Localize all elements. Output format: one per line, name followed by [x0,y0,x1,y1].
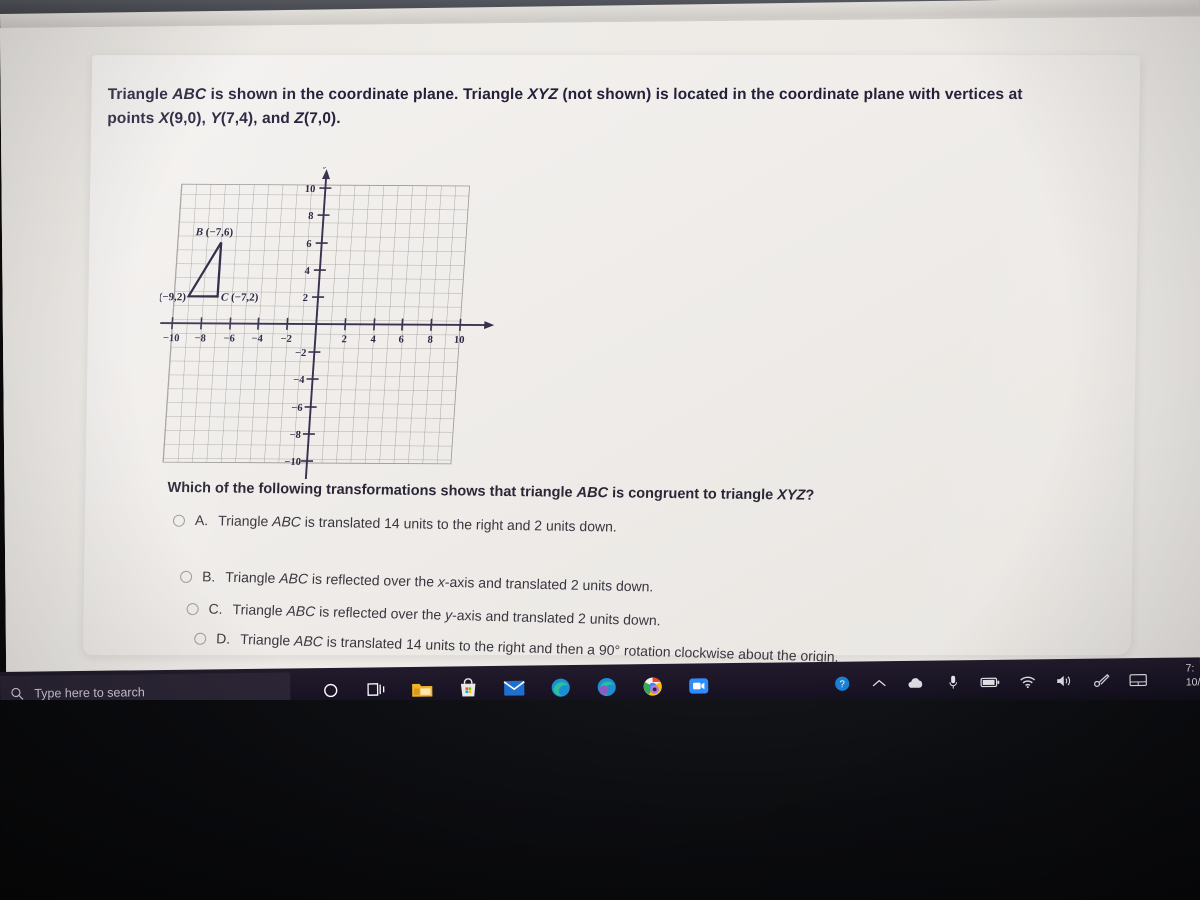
radio-button-c[interactable] [186,602,199,616]
answer-option-c[interactable]: C. Triangle ABC is reflected over the y-… [186,600,661,628]
x-tick-label: 6 [398,335,404,346]
answer-option-b[interactable]: B. Triangle ABC is reflected over the x-… [179,568,654,595]
option-text-b: Triangle ABC is reflected over the x-axi… [225,568,654,595]
y-tick-label: 8 [308,211,314,222]
y-tick-label: 6 [306,239,312,250]
battery-icon[interactable] [980,672,1000,692]
question-stem: Triangle ABC is shown in the coordinate … [107,83,1200,131]
x-tick-label: −6 [223,333,235,344]
option-text-c: Triangle ABC is reflected over the y-axi… [232,601,661,629]
answer-option-a[interactable]: A. Triangle ABC is translated 14 units t… [172,511,618,535]
zoom-icon[interactable] [686,673,710,697]
task-view-icon[interactable] [364,677,388,701]
chrome-icon[interactable] [640,674,664,698]
x-tick-label: 2 [341,334,347,345]
system-tray: ? [832,658,1149,706]
edge-beta-icon[interactable] [594,674,618,698]
y-tick-label: −4 [293,375,306,386]
x-tick-label: 10 [454,335,465,346]
question-card: Triangle ABC is shown in the coordinate … [82,55,1141,665]
x-tick-label: −2 [280,334,292,345]
microsoft-store-icon[interactable] [456,676,480,700]
question-prompt: Which of the following transformations s… [167,479,815,504]
wifi-icon[interactable] [1017,671,1037,691]
laptop-screen: Triangle ABC is shown in the coordinate … [0,16,1200,676]
option-letter-d: D. [215,630,231,647]
svg-text:?: ? [839,679,845,690]
file-explorer-icon[interactable] [410,677,434,701]
x-tick-label: −8 [194,333,206,344]
edge-icon[interactable] [548,675,572,699]
y-tick-label: 10 [304,184,315,195]
y-tick-label: 2 [302,293,308,304]
mail-icon[interactable] [502,676,526,700]
x-tick-label: 8 [427,335,433,346]
radio-button-b[interactable] [179,570,193,584]
question-stem-line-1: Triangle ABC is shown in the coordinate … [107,86,1023,104]
vertex-label-a: A (−9,2) [147,291,187,303]
cortana-icon[interactable] [318,678,342,702]
x-tick-label: −4 [251,334,264,345]
y-axis-label: y [322,166,330,169]
y-tick-label: −2 [295,348,307,359]
laptop-deck: ☐ 🔇 🔉 🔊 ⏮ ⏯ ⏭ ☼ ^ & * ( ) _ + [0,700,1200,900]
option-text-a: Triangle ABC is translated 14 units to t… [217,512,618,535]
y-tick-label: −10 [284,457,301,468]
option-letter-a: A. [194,511,209,529]
microphone-icon[interactable] [943,672,963,692]
volume-icon[interactable] [1054,671,1074,691]
clock-time: 7: [1185,662,1195,675]
help-icon[interactable]: ? [832,674,852,694]
option-letter-b: B. [201,568,216,585]
coordinate-plane-graph: −10 −8 −6 −4 −2 2 4 6 8 10 10 8 6 4 2 −2… [147,166,509,490]
vertex-label-b: B (−7,6) [194,226,234,238]
bluetooth-pen-icon[interactable] [1091,670,1111,690]
clock-date: 10/2 [1185,676,1200,689]
coordinate-plane-svg: −10 −8 −6 −4 −2 2 4 6 8 10 10 8 6 4 2 −2… [147,166,495,480]
onedrive-icon[interactable] [906,673,926,693]
question-stem-line-2: points X(9,0), Y(7,4), and Z(7,0). [107,110,341,128]
radio-button-d[interactable] [193,632,207,645]
show-hidden-icons-icon[interactable] [869,673,889,693]
x-tick-label: −10 [163,333,180,344]
y-tick-label: −6 [291,403,303,414]
search-placeholder-text: Type here to search [34,685,145,701]
clock[interactable]: 7: 10/2 [1186,661,1200,690]
vertex-label-c: C (−7,2) [221,291,260,303]
option-letter-c: C. [208,600,223,617]
search-icon [11,687,24,700]
y-tick-label: −8 [289,430,301,441]
touchpad-icon[interactable] [1128,670,1148,690]
radio-button-a[interactable] [172,514,186,527]
laptop-photo: Triangle ABC is shown in the coordinate … [0,0,1200,900]
